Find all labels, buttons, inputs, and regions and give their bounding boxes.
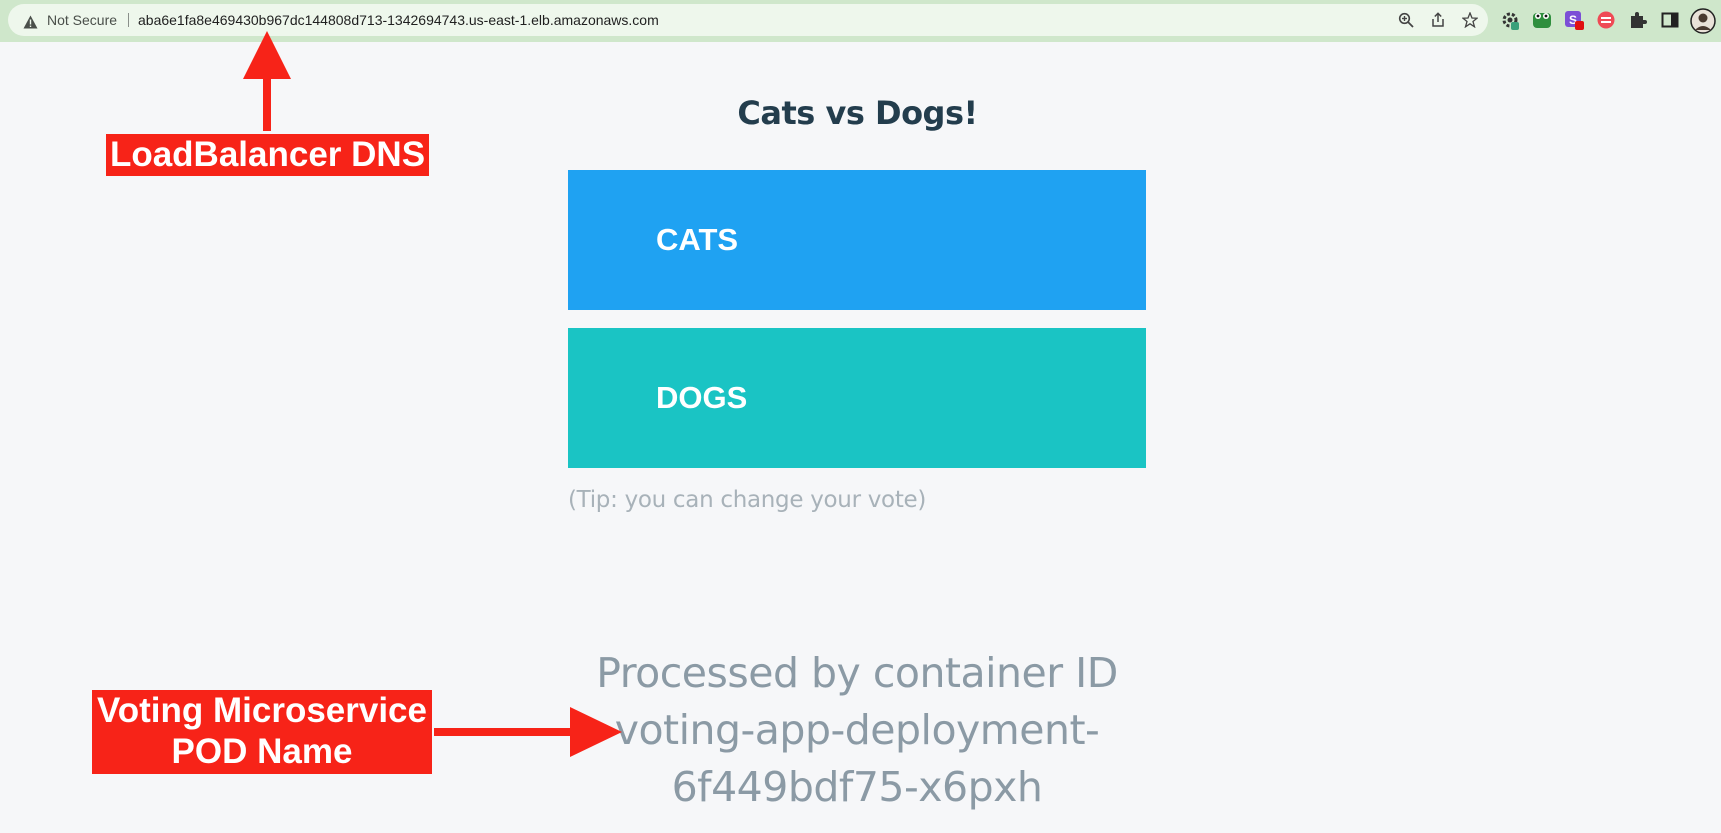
- pod-callout-line-2: POD Name: [171, 732, 353, 771]
- loadbalancer-dns-callout: LoadBalancer DNS: [106, 134, 429, 176]
- dns-arrow: [243, 31, 291, 131]
- pod-arrow: [434, 707, 622, 757]
- pod-name-callout: Voting Microservice POD Name: [92, 690, 432, 774]
- pod-callout-line-1: Voting Microservice: [96, 691, 427, 730]
